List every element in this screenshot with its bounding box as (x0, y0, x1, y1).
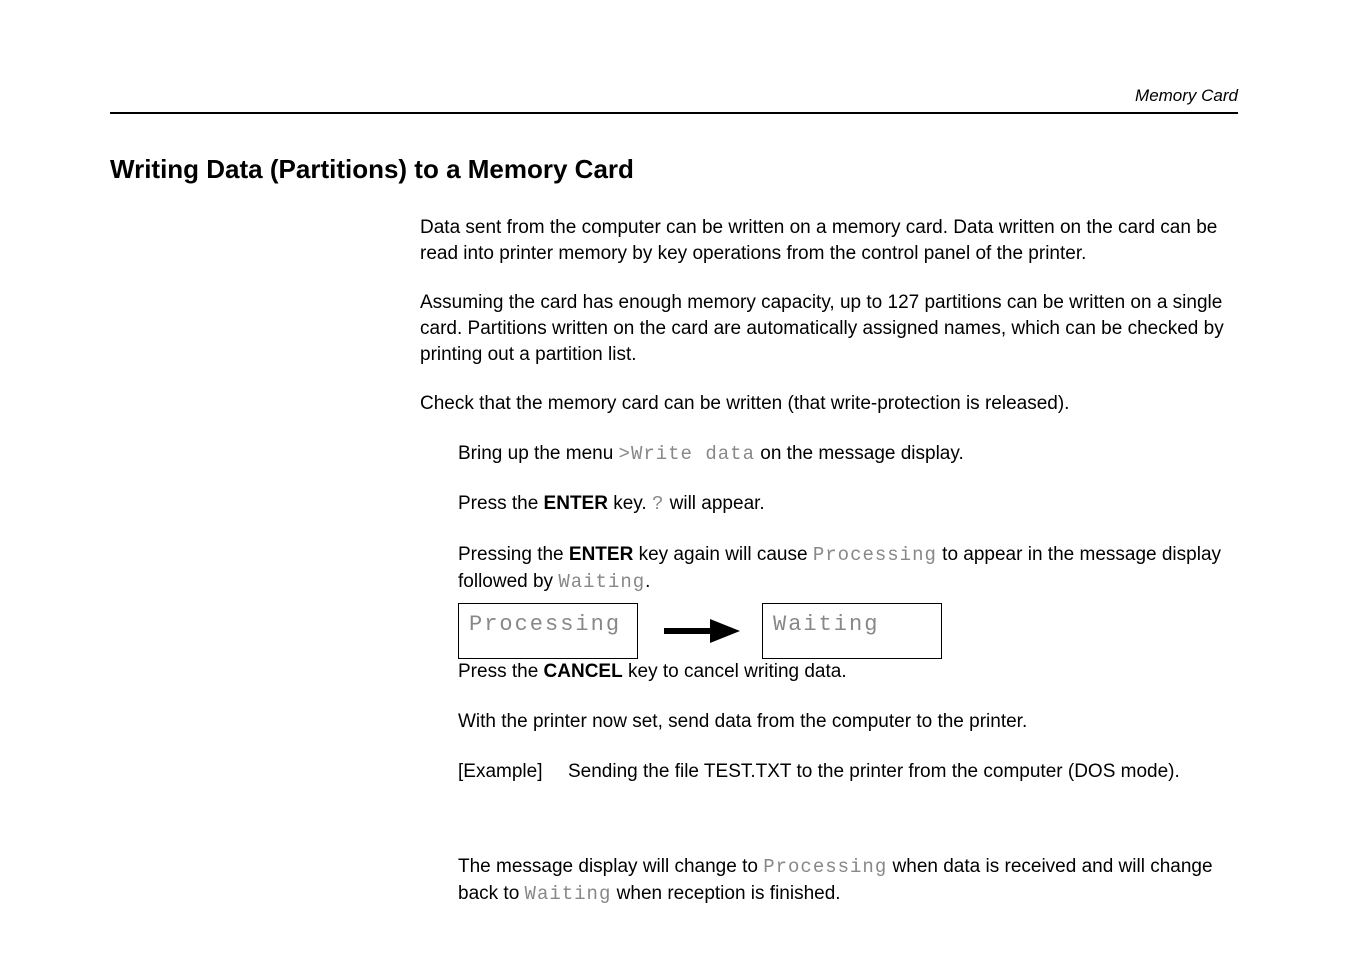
lcd-processing-text: Processing (469, 612, 621, 637)
step-1: Bring up the menu >Write data on the mes… (458, 441, 1238, 468)
example-text: Sending the file TEST.TXT to the printer… (568, 759, 1180, 785)
enter-key-label-1: ENTER (544, 493, 608, 514)
step-2-post: will appear. (664, 493, 764, 514)
step-3-period: . (645, 571, 650, 592)
lcd-write-data: >Write data (619, 443, 755, 465)
step-1-pre: Bring up the menu (458, 443, 619, 464)
lcd-processing-inline-2: Processing (763, 856, 887, 878)
lcd-question: ? (652, 493, 664, 515)
lcd-diagram: Processing Waiting (458, 603, 1238, 659)
example-label: [Example] (458, 759, 568, 785)
step-2-mid: key. (608, 493, 652, 514)
step-1-post: on the message display. (755, 443, 964, 464)
paragraph-2: Assuming the card has enough memory capa… (420, 290, 1238, 367)
step-2-pre: Press the (458, 493, 544, 514)
lcd-processing-inline: Processing (813, 544, 937, 566)
paragraph-3: Check that the memory card can be writte… (420, 391, 1238, 417)
step-6-pre: The message display will change to (458, 856, 763, 877)
step-3-mid: key again will cause (633, 544, 813, 565)
header-rule (110, 112, 1238, 114)
section-title: Writing Data (Partitions) to a Memory Ca… (110, 154, 1238, 185)
example-row: [Example] Sending the file TEST.TXT to t… (458, 759, 1238, 785)
step-4-post: key to cancel writing data. (623, 661, 847, 682)
lcd-waiting-inline: Waiting (558, 571, 645, 593)
step-4-pre: Press the (458, 661, 544, 682)
header-right: Memory Card (110, 86, 1238, 106)
lcd-waiting-text: Waiting (773, 612, 879, 637)
enter-key-label-2: ENTER (569, 544, 633, 565)
step-6: The message display will change to Proce… (458, 854, 1238, 907)
step-4: Press the CANCEL key to cancel writing d… (458, 659, 1238, 685)
lcd-box-waiting: Waiting (762, 603, 942, 659)
step-5: With the printer now set, send data from… (458, 709, 1238, 735)
lcd-box-processing: Processing (458, 603, 638, 659)
step-3-pre: Pressing the (458, 544, 569, 565)
step-2: Press the ENTER key. ? will appear. (458, 491, 1238, 518)
paragraph-1: Data sent from the computer can be writt… (420, 215, 1238, 266)
cancel-key-label: CANCEL (544, 661, 623, 682)
step-6-post: when reception is finished. (611, 883, 840, 904)
lcd-waiting-inline-2: Waiting (525, 883, 612, 905)
arrow-icon (638, 619, 762, 643)
step-3: Pressing the ENTER key again will cause … (458, 542, 1238, 595)
